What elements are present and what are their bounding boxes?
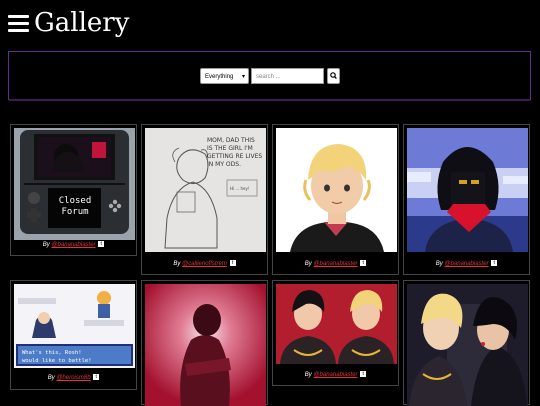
battle-line-1: What's this, Rosh!	[22, 350, 82, 356]
filter-select[interactable]: Everything ▾	[200, 68, 249, 84]
sketch-speech: Hi ... hey!	[230, 186, 249, 191]
chevron-down-icon: ▾	[241, 74, 245, 80]
caption-by: By	[304, 261, 312, 267]
gallery-card[interactable]: What's this, Rosh! would like to battle!…	[10, 280, 137, 390]
author-link[interactable]: @bananablaster	[313, 372, 357, 378]
tumblr-icon[interactable]: t	[229, 260, 236, 267]
filter-select-value: Everything	[205, 74, 234, 80]
author-link[interactable]: @callienoffstrem	[182, 261, 227, 267]
search-panel: Everything ▾ search ...	[8, 51, 531, 101]
gallery-image[interactable]	[276, 284, 397, 364]
gallery-image[interactable]	[145, 284, 266, 406]
gallery-card[interactable]: By @bananablaster t	[272, 280, 399, 386]
hamburger-icon[interactable]	[8, 15, 29, 32]
author-link[interactable]: @bananablaster	[444, 261, 488, 267]
caption-by: By	[304, 372, 312, 378]
tumblr-icon[interactable]: t	[98, 241, 105, 248]
gallery-image[interactable]	[407, 128, 528, 252]
top-bar: Gallery	[0, 0, 540, 46]
tumblr-icon[interactable]: t	[93, 374, 100, 381]
tumblr-icon[interactable]: t	[360, 371, 367, 378]
gallery-card[interactable]	[141, 280, 268, 406]
caption-by: By	[435, 261, 443, 267]
gallery-image[interactable]: MOM, DAD THIS IS THE GIRL I'M GETTING RE…	[145, 128, 266, 252]
gallery-card[interactable]	[403, 280, 530, 406]
author-link[interactable]: @bananablaster	[51, 242, 95, 248]
tumblr-icon[interactable]: t	[491, 260, 498, 267]
search-icon	[330, 72, 337, 80]
gallery-image[interactable]: Closed Forum	[14, 128, 135, 240]
author-link[interactable]: @bananablaster	[313, 261, 357, 267]
caption-by: By	[173, 261, 181, 267]
battle-line-2: would like to battle!	[22, 358, 92, 364]
gallery-card[interactable]: MOM, DAD THIS IS THE GIRL I'M GETTING RE…	[141, 124, 268, 275]
caption-by: By	[47, 375, 55, 381]
closed-text: Closed	[59, 196, 92, 206]
forum-text: Forum	[61, 207, 88, 217]
gallery-card[interactable]: By @bananablaster t	[403, 124, 530, 275]
gallery-image[interactable]: What's this, Rosh! would like to battle!	[14, 284, 135, 368]
caption-by: By	[42, 242, 50, 248]
page-title: Gallery	[34, 8, 130, 38]
gallery-image[interactable]	[407, 284, 528, 406]
tumblr-icon[interactable]: t	[360, 260, 367, 267]
gallery-card[interactable]: Closed Forum By @bananablaster t	[10, 124, 137, 256]
gallery-card[interactable]: By @bananablaster t	[272, 124, 399, 275]
search-input[interactable]: search ...	[251, 68, 324, 84]
search-button[interactable]	[327, 68, 340, 84]
author-link[interactable]: @heroism8b	[56, 375, 90, 381]
gallery-image[interactable]	[276, 128, 397, 252]
